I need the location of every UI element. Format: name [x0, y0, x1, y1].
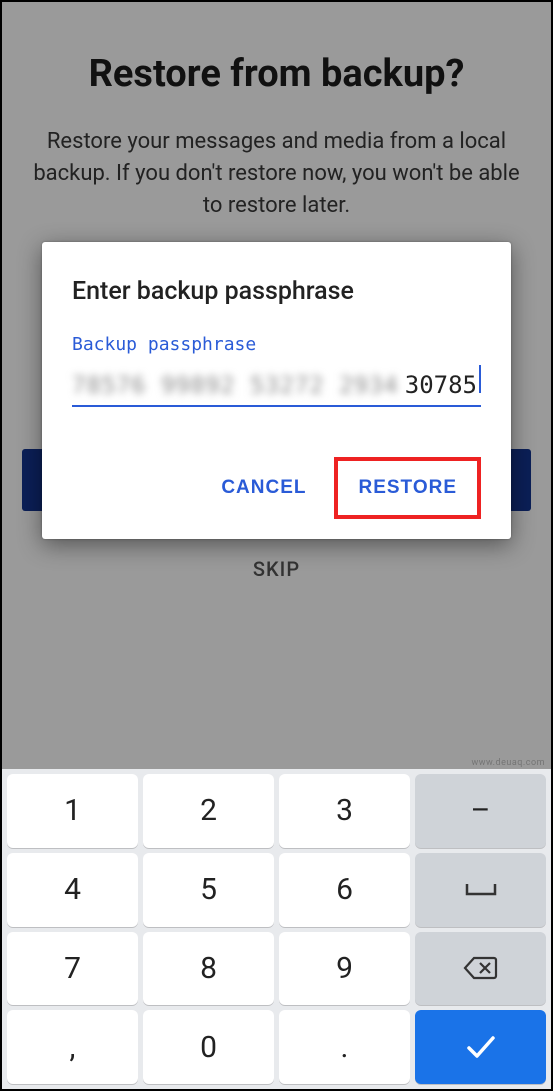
key-comma[interactable]: , [7, 1010, 138, 1084]
passphrase-dialog: Enter backup passphrase Backup passphras… [42, 242, 511, 539]
dialog-actions: CANCEL RESTORE [72, 457, 481, 519]
dialog-title: Enter backup passphrase [72, 277, 481, 306]
page-description: Restore your messages and media from a l… [32, 126, 521, 222]
key-2[interactable]: 2 [143, 774, 274, 848]
cancel-button[interactable]: CANCEL [203, 463, 324, 513]
backspace-icon [463, 955, 499, 981]
text-cursor [479, 365, 481, 393]
passphrase-masked-part: 78576 99892 53272 29348 [72, 373, 399, 399]
key-0[interactable]: 0 [143, 1010, 274, 1084]
key-3[interactable]: 3 [279, 774, 410, 848]
key-enter[interactable] [415, 1010, 546, 1084]
space-icon [464, 881, 498, 899]
key-9[interactable]: 9 [279, 932, 410, 1006]
key-backspace[interactable] [415, 932, 546, 1006]
key-space[interactable] [415, 853, 546, 927]
key-5[interactable]: 5 [143, 853, 274, 927]
page-title: Restore from backup? [32, 52, 521, 96]
passphrase-field-label: Backup passphrase [72, 334, 481, 355]
passphrase-input[interactable]: 78576 99892 53272 29348 30785 [72, 365, 481, 407]
check-icon [464, 1034, 498, 1060]
restore-highlight-box: RESTORE [334, 457, 481, 519]
restore-button[interactable]: RESTORE [340, 463, 475, 513]
key-7[interactable]: 7 [7, 932, 138, 1006]
key-period[interactable]: . [279, 1010, 410, 1084]
numeric-keyboard: 1 2 3 – 4 5 6 7 8 9 , 0 . [2, 769, 551, 1089]
key-8[interactable]: 8 [143, 932, 274, 1006]
key-6[interactable]: 6 [279, 853, 410, 927]
watermark-text: www.deuaq.com [471, 758, 545, 768]
key-minus[interactable]: – [415, 774, 546, 848]
passphrase-visible-part: 30785 [399, 371, 477, 399]
key-4[interactable]: 4 [7, 853, 138, 927]
key-1[interactable]: 1 [7, 774, 138, 848]
skip-button[interactable]: SKIP [2, 557, 551, 581]
